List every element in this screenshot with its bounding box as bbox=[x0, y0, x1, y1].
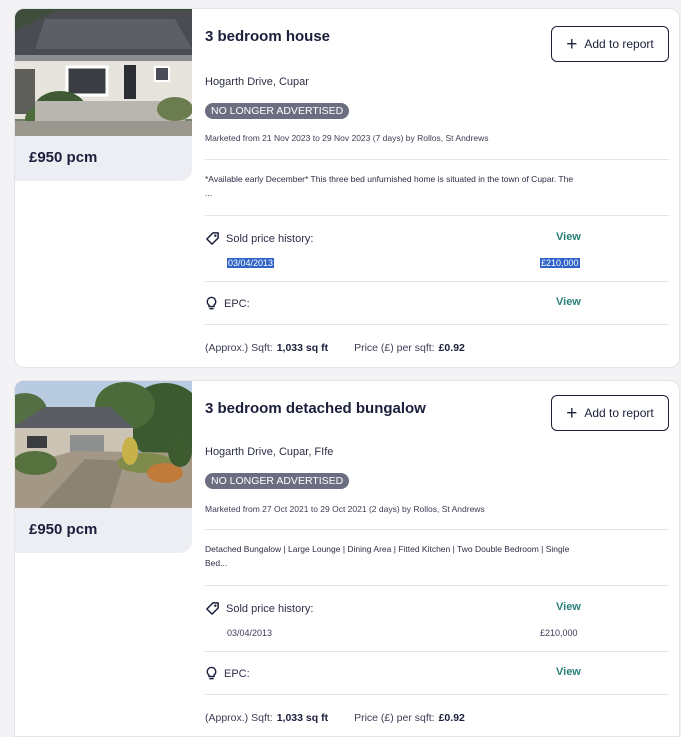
property-photo[interactable] bbox=[15, 381, 192, 508]
listing-card: £950 pcm 3 bedroom house + Add to report… bbox=[14, 8, 680, 368]
epc-label: EPC: bbox=[205, 666, 250, 681]
sold-price: £210,000 bbox=[540, 628, 578, 638]
listing-address: Hogarth Drive, Cupar bbox=[205, 76, 309, 88]
description-line: Detached Bungalow | Large Lounge | Dinin… bbox=[205, 544, 570, 554]
plus-icon: + bbox=[566, 402, 578, 424]
sqft-label: (Approx.) Sqft: bbox=[205, 712, 273, 724]
tag-icon bbox=[206, 602, 219, 615]
property-photo[interactable] bbox=[15, 9, 192, 136]
price-per-sqft-label: Price (£) per sqft: bbox=[354, 712, 435, 724]
divider bbox=[205, 324, 669, 325]
divider bbox=[205, 215, 669, 216]
listing-title[interactable]: 3 bedroom house bbox=[205, 28, 330, 45]
listing-description: Detached Bungalow | Large Lounge | Dinin… bbox=[205, 542, 665, 570]
add-to-report-button[interactable]: + Add to report bbox=[551, 395, 669, 431]
divider bbox=[205, 281, 669, 282]
description-line: ... bbox=[205, 188, 213, 198]
plus-icon: + bbox=[566, 33, 578, 55]
divider bbox=[205, 694, 669, 695]
sqft-value: 1,033 sq ft bbox=[276, 712, 329, 724]
sold-price-view-link[interactable]: View bbox=[556, 601, 581, 613]
price-per-sqft-value: £0.92 bbox=[438, 342, 465, 354]
add-to-report-button[interactable]: + Add to report bbox=[551, 26, 669, 62]
epc-view-link[interactable]: View bbox=[556, 296, 581, 308]
add-to-report-label: Add to report bbox=[584, 37, 654, 51]
sold-date: 03/04/2013 bbox=[227, 628, 273, 638]
listing-description: *Available early December* This three be… bbox=[205, 172, 665, 200]
description-line: Bed... bbox=[205, 558, 228, 568]
sqft-value: 1,033 sq ft bbox=[276, 342, 329, 354]
divider bbox=[205, 585, 669, 586]
sqft-label: (Approx.) Sqft: bbox=[205, 342, 273, 354]
sold-price-history-label: Sold price history: bbox=[205, 601, 313, 616]
sold-price: £210,000 bbox=[540, 258, 580, 268]
sqft-row: (Approx.) Sqft: 1,033 sq ft Price (£) per … bbox=[205, 712, 465, 724]
epc-label: EPC: bbox=[205, 296, 250, 311]
lightbulb-icon bbox=[206, 296, 217, 310]
price-per-sqft-value: £0.92 bbox=[438, 712, 465, 724]
divider bbox=[205, 651, 669, 652]
status-badge: NO LONGER ADVERTISED bbox=[205, 103, 350, 119]
add-to-report-label: Add to report bbox=[584, 406, 654, 420]
listing-card: £950 pcm 3 bedroom detached bungalow + A… bbox=[14, 380, 680, 737]
listing-summary-panel: £950 pcm bbox=[15, 9, 192, 181]
divider bbox=[205, 159, 669, 160]
divider bbox=[205, 529, 669, 530]
tag-icon bbox=[206, 232, 219, 245]
sqft-row: (Approx.) Sqft: 1,033 sq ft Price (£) per … bbox=[205, 342, 465, 354]
marketed-info: Marketed from 21 Nov 2023 to 29 Nov 2023… bbox=[205, 133, 489, 143]
description-line: *Available early December* This three be… bbox=[205, 174, 574, 184]
lightbulb-icon bbox=[206, 666, 217, 680]
sold-price-view-link[interactable]: View bbox=[556, 231, 581, 243]
status-badge: NO LONGER ADVERTISED bbox=[205, 473, 350, 489]
sold-price-history-label: Sold price history: bbox=[205, 231, 313, 246]
marketed-info: Marketed from 27 Oct 2021 to 29 Oct 2021… bbox=[205, 504, 485, 514]
listing-title[interactable]: 3 bedroom detached bungalow bbox=[205, 400, 426, 417]
sold-date: 03/04/2013 bbox=[227, 258, 275, 268]
listing-price: £950 pcm bbox=[29, 521, 98, 538]
listing-summary-panel: £950 pcm bbox=[15, 381, 192, 553]
epc-view-link[interactable]: View bbox=[556, 666, 581, 678]
listing-price: £950 pcm bbox=[29, 149, 98, 166]
listing-address: Hogarth Drive, Cupar, FIfe bbox=[205, 446, 334, 458]
price-per-sqft-label: Price (£) per sqft: bbox=[354, 342, 435, 354]
